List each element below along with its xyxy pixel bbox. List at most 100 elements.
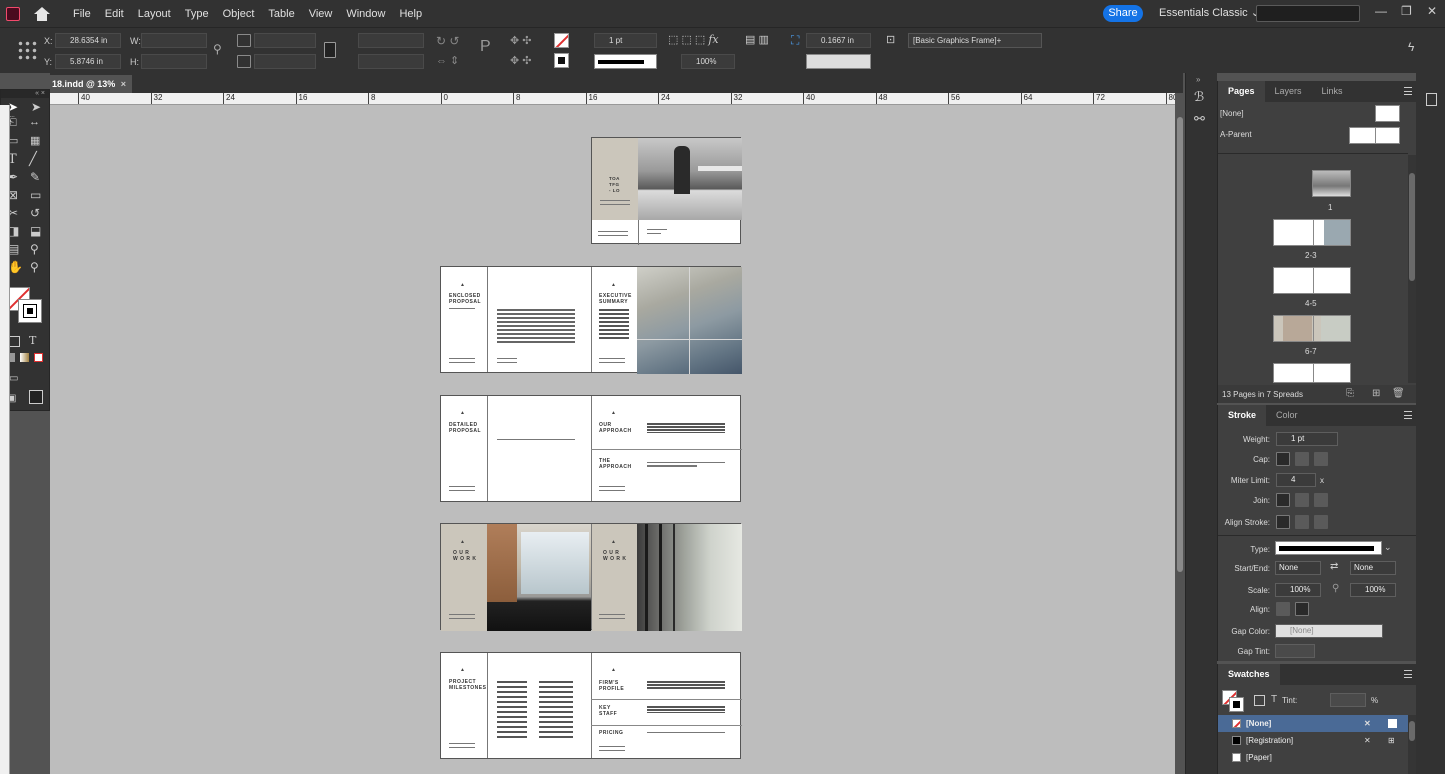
spread-8-9[interactable]: ▲ PROJECT MILESTONES ▲ FIRM'S PROFILE KE…	[440, 652, 742, 759]
link-scale-icon[interactable]: ⚲	[1332, 583, 1339, 594]
start-select[interactable]: None	[1275, 561, 1321, 575]
apply-none-icon[interactable]	[34, 353, 43, 362]
panel-menu-icon[interactable]	[1404, 87, 1412, 95]
path-type-icon[interactable]: P	[480, 38, 491, 56]
hand-tool-icon[interactable]: ✋	[8, 260, 23, 274]
spread-8-9-thumb[interactable]	[1273, 363, 1351, 383]
rotate-icon[interactable]: ↻ ↺	[436, 34, 459, 48]
end-scale-field[interactable]: 100%	[1350, 583, 1396, 597]
reference-point-icon[interactable]	[17, 40, 37, 60]
document-tab[interactable]: 18.indd @ 13% ×	[50, 75, 132, 93]
tools-collapse-icon[interactable]: « ×	[1, 90, 49, 98]
screen-mode-icon[interactable]: ▭	[9, 373, 18, 384]
pencil-tool-icon[interactable]: ✎	[30, 170, 40, 184]
preview-mode-icon[interactable]	[29, 390, 43, 404]
swatch-container-icon[interactable]	[1254, 695, 1265, 706]
apply-color-icon[interactable]	[9, 336, 20, 347]
corner-shape-dropdown[interactable]	[806, 54, 871, 69]
menu-file[interactable]: File	[66, 8, 98, 20]
w-field[interactable]	[141, 33, 207, 48]
miter-limit-field[interactable]: 4	[1276, 473, 1316, 487]
stroke-proxy-icon[interactable]	[18, 299, 42, 323]
menu-type[interactable]: Type	[178, 8, 216, 20]
none-parent-thumb[interactable]	[1375, 105, 1400, 122]
apply-gradient-icon[interactable]	[20, 353, 29, 362]
direct-selection-tool-icon[interactable]: ➤	[31, 100, 41, 114]
bevel-join-button[interactable]	[1314, 493, 1328, 507]
swatch-none[interactable]: [None] ✕	[1218, 715, 1408, 732]
spread-6-7-thumb[interactable]	[1273, 315, 1351, 342]
rectangle-tool-icon[interactable]: ▭	[30, 188, 41, 202]
zoom-tool-icon[interactable]: ⚲	[30, 260, 39, 274]
auto-fit-icon[interactable]: ⛶	[791, 33, 799, 48]
text-wrap-icons[interactable]: ▤ ▥	[745, 33, 769, 46]
gradient-feather-tool-icon[interactable]: ⬓	[30, 224, 41, 238]
menu-edit[interactable]: Edit	[98, 8, 131, 20]
spread-2-3[interactable]: ▲ ENCLOSED PROPOSAL ▲ EXECUTIVE SUMMARY	[440, 266, 742, 374]
y-field[interactable]: 5.8746 in	[55, 54, 121, 69]
scale-x-field[interactable]	[254, 33, 316, 48]
align-center-button[interactable]	[1276, 515, 1290, 529]
close-tab-icon[interactable]: ×	[121, 75, 126, 93]
panel-menu-icon[interactable]	[1404, 411, 1412, 419]
spread-2-3-thumb[interactable]	[1273, 219, 1351, 246]
pasteboard[interactable]: TOA TFG - LO ▲ ENCLOSED PROPOSAL ▲ EXECU…	[50, 105, 1175, 774]
workspace-switcher[interactable]: Essentials Classic ⌄	[1159, 6, 1260, 19]
offset-field[interactable]: 0.1667 in	[806, 33, 871, 48]
frame-fitting-icons[interactable]: ⬚ ⬚ ⬚ fx	[668, 33, 719, 46]
h-field[interactable]	[141, 54, 207, 69]
menu-table[interactable]: Table	[261, 8, 301, 20]
formatting-text-icon[interactable]: T	[29, 334, 36, 347]
tab-color[interactable]: Color	[1266, 405, 1308, 426]
minimize-button[interactable]: —	[1375, 4, 1387, 18]
swatches-scrollbar[interactable]	[1408, 715, 1416, 774]
char-styles-icon[interactable]: ℬ	[1194, 89, 1204, 105]
select-content-icon[interactable]: ✥ ✣	[510, 54, 532, 67]
line-tool-icon[interactable]: ╱	[29, 151, 37, 167]
tab-layers[interactable]: Layers	[1265, 81, 1312, 102]
close-button[interactable]: ✕	[1427, 4, 1437, 18]
free-transform-tool-icon[interactable]: ↺	[30, 206, 40, 220]
butt-cap-button[interactable]	[1276, 452, 1290, 466]
a-parent-label[interactable]: A-Parent	[1220, 130, 1252, 139]
none-parent-label[interactable]: [None]	[1220, 109, 1244, 118]
miter-join-button[interactable]	[1276, 493, 1290, 507]
lightning-icon[interactable]: ϟ	[1408, 40, 1414, 54]
swatch-registration[interactable]: [Registration] ✕ ⊞	[1218, 732, 1408, 749]
menu-window[interactable]: Window	[339, 8, 392, 20]
fill-swatch-icon[interactable]	[554, 33, 569, 48]
align-inside-button[interactable]	[1295, 515, 1309, 529]
spread-6-7[interactable]: ▲ O U R W O R K ▲ O U R W O R K	[440, 523, 742, 631]
end-select[interactable]: None	[1350, 561, 1396, 575]
new-page-icon[interactable]: ⊞	[1372, 388, 1380, 399]
tint-field[interactable]	[1330, 693, 1366, 707]
collapse-panels-icon[interactable]: »	[1196, 75, 1200, 84]
a-parent-thumb[interactable]	[1349, 127, 1400, 144]
spread-4-5[interactable]: ▲ DETAILED PROPOSAL ▲ OUR APPROACH THE A…	[440, 395, 742, 502]
align-outside-button[interactable]	[1314, 515, 1328, 529]
shear-field[interactable]	[358, 54, 424, 69]
rotation-field[interactable]	[358, 33, 424, 48]
tab-stroke[interactable]: Stroke	[1218, 405, 1267, 426]
vertical-scrollbar[interactable]	[1175, 105, 1185, 774]
round-cap-button[interactable]	[1295, 452, 1309, 466]
spread-cover[interactable]: TOA TFG - LO	[591, 137, 742, 245]
start-scale-field[interactable]: 100%	[1275, 583, 1321, 597]
pages-scrollbar[interactable]	[1408, 155, 1416, 383]
menu-layout[interactable]: Layout	[131, 8, 178, 20]
links-icon[interactable]: ⚯	[1194, 111, 1205, 127]
panel-menu-icon[interactable]	[1404, 670, 1412, 678]
gap-tint-field[interactable]	[1275, 644, 1315, 658]
round-join-button[interactable]	[1295, 493, 1309, 507]
share-button[interactable]: Share	[1103, 5, 1143, 22]
gap-color-select[interactable]: [None]	[1275, 624, 1383, 638]
arrow-extend-button[interactable]	[1276, 602, 1290, 616]
tab-pages[interactable]: Pages	[1218, 81, 1265, 102]
home-icon[interactable]	[34, 6, 50, 21]
spread-4-5-thumb[interactable]	[1273, 267, 1351, 294]
object-style-dropdown[interactable]: [Basic Graphics Frame]+	[908, 33, 1042, 48]
stroke-type-select[interactable]	[1275, 541, 1382, 555]
select-container-icon[interactable]: ✥ ✣	[510, 34, 532, 47]
chevron-down-icon[interactable]: ⌄	[1384, 542, 1392, 553]
menu-view[interactable]: View	[302, 8, 340, 20]
